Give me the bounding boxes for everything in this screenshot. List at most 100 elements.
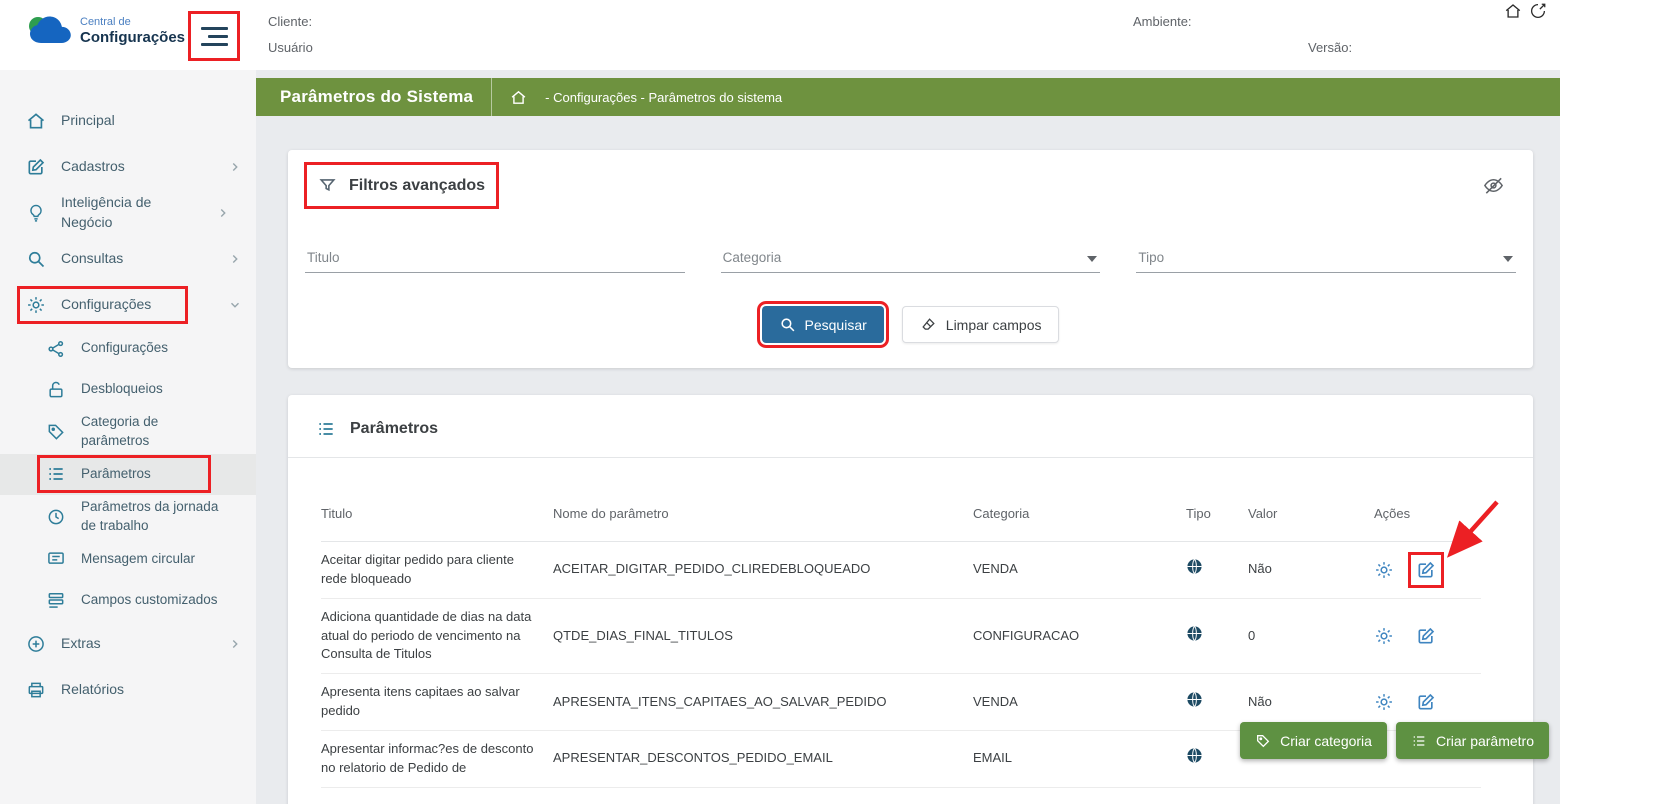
sidebar-item-label: Cadastros — [61, 158, 125, 175]
limpar-campos-button[interactable]: Limpar campos — [901, 306, 1060, 343]
sidebar-subitem-configuracoes[interactable]: Configurações — [0, 328, 256, 369]
settings-icon[interactable] — [1374, 692, 1394, 712]
usuario-label: Usuário — [268, 40, 313, 55]
parameters-title: Parâmetros — [350, 420, 439, 437]
sidebar-item-label: Extras — [61, 634, 101, 651]
table-header-row: Titulo Nome do parâmetro Categoria Tipo … — [321, 458, 1481, 542]
hide-filters-icon[interactable] — [1482, 174, 1505, 197]
cell-valor: 0 — [1248, 598, 1374, 675]
app-logo[interactable]: Central de Configurações — [26, 12, 185, 51]
cell-nome: QTDE_DIAS_FINAL_TITULOS — [553, 598, 973, 675]
sidebar: Principal Cadastros Inteligência de Negó… — [0, 70, 256, 804]
sidebar-item-extras[interactable]: Extras — [0, 621, 256, 667]
sidebar-item-inteligencia-de-negocio[interactable]: Inteligência de Negócio — [0, 190, 256, 236]
sidebar-item-relatorios[interactable]: Relatórios — [0, 667, 256, 713]
sidebar-subitem-campos-customizados[interactable]: Campos customizados — [0, 580, 256, 621]
sidebar-item-principal[interactable]: Principal — [0, 98, 256, 144]
sidebar-item-label: Parâmetros — [81, 465, 151, 481]
globe-icon — [1186, 625, 1203, 642]
sidebar-item-cadastros[interactable]: Cadastros — [0, 144, 256, 190]
tipo-placeholder: Tipo — [1138, 250, 1165, 265]
settings-icon[interactable] — [1374, 626, 1394, 646]
page-title: Parâmetros do Sistema — [280, 87, 474, 106]
chevron-right-icon — [216, 206, 230, 220]
sidebar-item-consultas[interactable]: Consultas — [0, 236, 256, 282]
home-icon[interactable] — [510, 89, 527, 106]
cliente-label: Cliente: — [268, 14, 313, 29]
home-icon[interactable] — [1504, 2, 1522, 20]
ambiente-label: Ambiente: — [1133, 14, 1192, 29]
menu-button[interactable] — [188, 11, 240, 61]
globe-icon — [1186, 691, 1203, 708]
search-icon — [26, 249, 46, 269]
sidebar-subitem-mensagem-circular[interactable]: Mensagem circular — [0, 539, 256, 580]
gear-icon — [26, 295, 46, 315]
sidebar-item-label: Parâmetros da jornada de trabalho — [81, 498, 219, 533]
logout-icon[interactable] — [1529, 2, 1547, 20]
chevron-down-icon — [228, 298, 242, 312]
sidebar-item-label: Configurações — [61, 296, 152, 313]
sidebar-subitem-categoria-de-parametros[interactable]: Categoria de parâmetros — [0, 410, 256, 454]
tag-icon — [46, 422, 66, 442]
filter-fields: Titulo Categoria Tipo — [288, 243, 1533, 273]
column-header: Categoria — [973, 458, 1186, 542]
sidebar-item-label: Inteligência de Negócio — [61, 194, 152, 230]
chevron-right-icon — [228, 160, 242, 174]
main-content: Parâmetros do Sistema - Configurações - … — [256, 70, 1560, 804]
sidebar-subitem-parametros[interactable]: Parâmetros — [0, 453, 256, 495]
edit-icon[interactable] — [1416, 692, 1436, 712]
register-icon — [26, 157, 46, 177]
tag-icon — [1255, 733, 1271, 749]
sidebar-item-label: Mensagem circular — [81, 550, 196, 566]
column-header: Tipo — [1186, 458, 1248, 542]
sidebar-item-label: Desbloqueios — [81, 381, 163, 397]
chevron-right-icon — [228, 637, 242, 651]
clear-icon — [920, 316, 937, 333]
sidebar-item-label: Consultas — [61, 250, 124, 267]
cell-tipo — [1186, 598, 1248, 675]
divider — [491, 78, 493, 116]
unlock-icon — [46, 380, 66, 400]
page-header-bar: Parâmetros do Sistema - Configurações - … — [256, 78, 1560, 116]
cell-categoria: CONFIGURACAO — [973, 598, 1186, 675]
chevron-right-icon — [228, 252, 242, 266]
criar-categoria-button[interactable]: Criar categoria — [1240, 722, 1387, 759]
criar-parametro-label: Criar parâmetro — [1435, 732, 1534, 749]
globe-icon — [1186, 558, 1203, 575]
annotation-box: Parâmetros — [37, 455, 211, 494]
edit-icon[interactable] — [1416, 626, 1436, 646]
sidebar-item-configuracoes[interactable]: Configurações — [0, 282, 256, 328]
cell-titulo: Adiciona quantidade de dias na data atua… — [321, 598, 553, 675]
cell-categoria: VENDA — [973, 541, 1186, 599]
cell-titulo: Apresentar informac?es de desconto no re… — [321, 730, 553, 788]
column-header: Titulo — [321, 458, 553, 542]
cell-nome: APRESENTAR_DESCONTOS_PEDIDO_EMAIL — [553, 730, 973, 788]
search-icon — [779, 316, 796, 333]
settings-icon[interactable] — [1374, 560, 1394, 580]
list-icon — [316, 419, 336, 439]
clock-icon — [46, 507, 66, 527]
filters-title-group: Filtros avançados — [303, 162, 500, 209]
tipo-select[interactable]: Tipo — [1136, 243, 1517, 273]
pesquisar-button[interactable]: Pesquisar — [756, 301, 889, 348]
sidebar-subitem-parametros-da-jornada[interactable]: Parâmetros da jornada de trabalho — [0, 495, 256, 539]
home-icon — [26, 111, 46, 131]
hamburger-icon — [208, 34, 228, 38]
breadcrumb: - Configurações - Parâmetros do sistema — [545, 89, 783, 105]
titulo-input[interactable]: Titulo — [305, 243, 685, 273]
brand-line2: Configurações — [80, 29, 186, 47]
list-icon — [1411, 733, 1427, 749]
edit-icon[interactable] — [1408, 551, 1444, 588]
pesquisar-label: Pesquisar — [804, 316, 867, 333]
sidebar-item-label: Categoria de parâmetros — [81, 414, 159, 448]
cell-acoes — [1374, 541, 1481, 599]
categoria-select[interactable]: Categoria — [720, 243, 1101, 273]
brand-line1: Central de — [80, 15, 131, 28]
footer-actions: Criar categoria Criar parâmetro — [1240, 722, 1549, 759]
filters-title: Filtros avançados — [349, 176, 486, 194]
categoria-placeholder: Categoria — [722, 250, 782, 265]
sidebar-subitem-desbloqueios[interactable]: Desbloqueios — [0, 369, 256, 410]
titulo-placeholder: Titulo — [307, 250, 340, 265]
sidebar-item-label: Relatórios — [61, 680, 125, 697]
criar-parametro-button[interactable]: Criar parâmetro — [1395, 722, 1549, 759]
